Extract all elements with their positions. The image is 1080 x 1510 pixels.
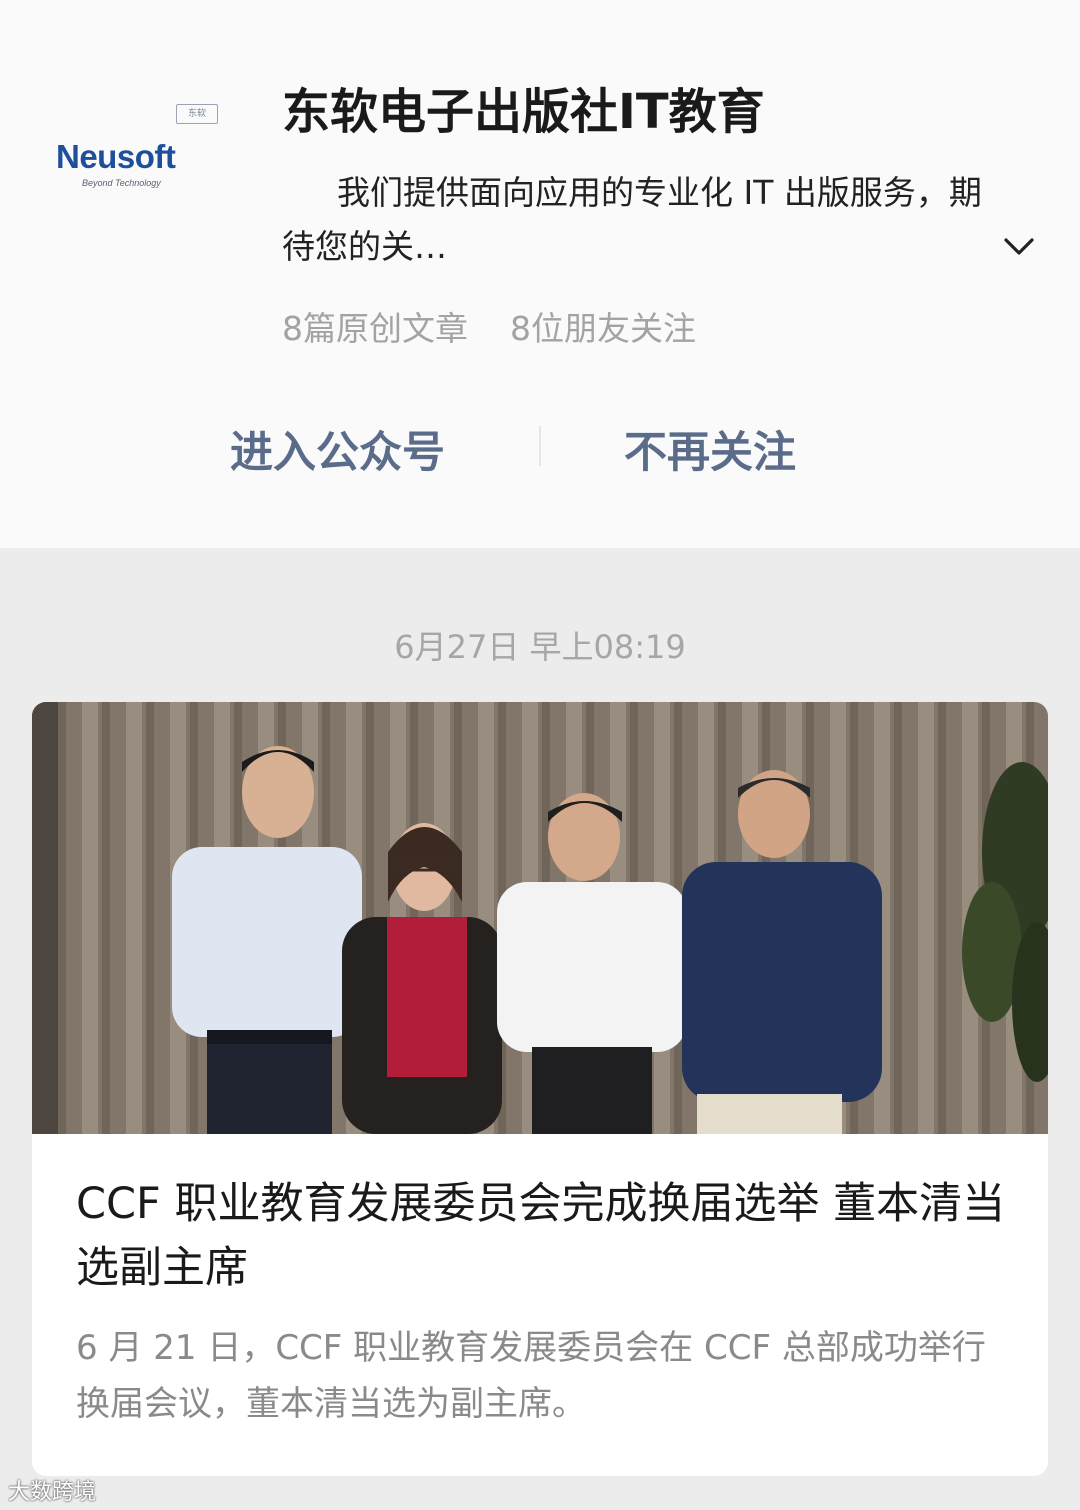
enter-account-button[interactable]: 进入公众号 bbox=[230, 418, 445, 480]
watermark: 大数跨境 bbox=[8, 1480, 97, 1505]
message-timestamp: 6月27日 早上08:19 bbox=[394, 628, 686, 666]
friends-following-count: 8位朋友关注 bbox=[510, 309, 696, 348]
account-description: 我们提供面向应用的专业化 IT 出版服务，期待您的关… bbox=[282, 173, 982, 266]
logo-wordmark: Neusoft bbox=[56, 138, 176, 175]
button-divider bbox=[539, 426, 541, 466]
article-card[interactable]: CCF 职业教育发展委员会完成换届选举 董本清当选副主席 6 月 21 日，CC… bbox=[32, 702, 1048, 1476]
logo-tagline: Beyond Technology bbox=[82, 178, 161, 188]
account-stats: 8篇原创文章 8位朋友关注 bbox=[282, 302, 696, 350]
article-cover-image[interactable] bbox=[32, 702, 1048, 1134]
account-name: 东软电子出版社IT教育 bbox=[282, 84, 765, 140]
article-title[interactable]: CCF 职业教育发展委员会完成换届选举 董本清当选副主席 bbox=[76, 1172, 1016, 1300]
logo-tag: 东软 bbox=[176, 104, 218, 124]
unfollow-button[interactable]: 不再关注 bbox=[624, 418, 796, 480]
original-articles-count: 8篇原创文章 bbox=[282, 309, 468, 348]
account-logo[interactable]: 东软 Neusoft Beyond Technology bbox=[38, 70, 228, 230]
article-summary: 6 月 21 日，CCF 职业教育发展委员会在 CCF 总部成功举行换届会议，董… bbox=[76, 1328, 986, 1424]
account-profile: 东软 Neusoft Beyond Technology 东软电子出版社IT教育… bbox=[0, 0, 1080, 548]
chevron-down-icon[interactable] bbox=[1000, 228, 1038, 266]
